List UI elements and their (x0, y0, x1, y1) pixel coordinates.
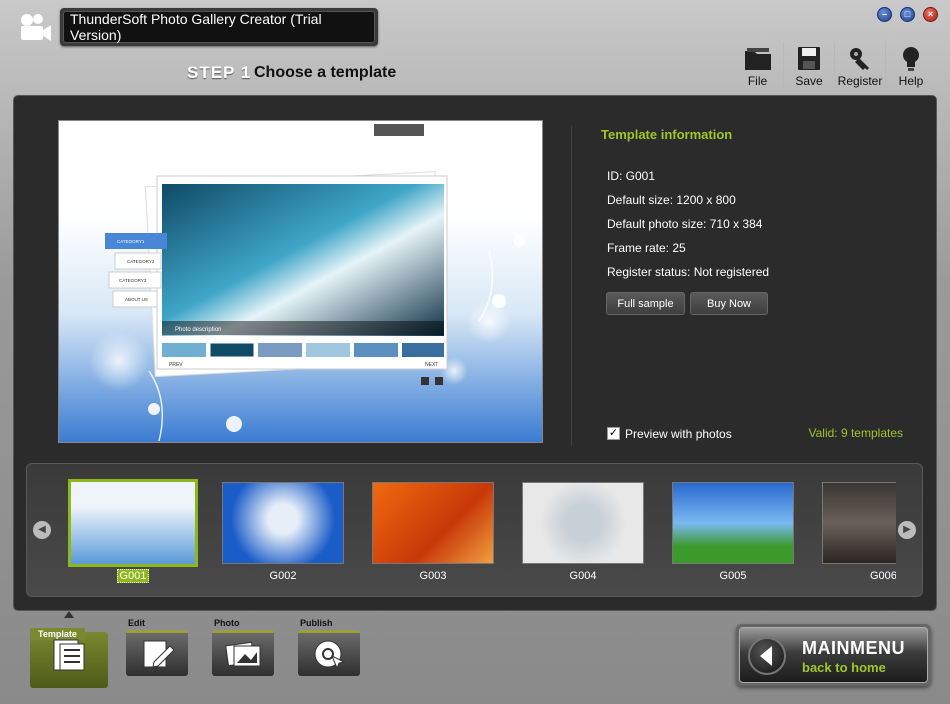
frame-rate: Frame rate: 25 (607, 241, 686, 255)
panel-divider (571, 126, 572, 446)
step-number: STEP 1 (187, 63, 252, 82)
window-controls: – □ × (877, 7, 938, 22)
floppy-disk-icon (798, 47, 820, 70)
document-icon (53, 639, 85, 671)
register-status: Register status: Not registered (607, 265, 770, 279)
default-photo-size: Default photo size: 710 x 384 (607, 217, 763, 231)
main-menu-title: MAINMENU (802, 638, 905, 658)
full-sample-button[interactable]: Full sample (606, 292, 685, 315)
template-thumb-label: G003 (419, 570, 447, 582)
main-panel: Photo description PREV NEXT CATEGORY1 CA… (13, 95, 937, 611)
template-thumb-label: G004 (569, 570, 597, 582)
tab-template[interactable]: Template (30, 620, 108, 688)
preview-menu-4: ABOUT US (125, 297, 148, 302)
preview-menu-1: CATEGORY1 (117, 239, 145, 244)
template-thumb-image (68, 479, 198, 567)
buy-now-button[interactable]: Buy Now (690, 292, 768, 315)
folder-icon (744, 48, 771, 70)
template-thumb-label: G005 (719, 570, 747, 582)
template-thumb-image (672, 482, 794, 564)
preview-caption: Photo description (175, 327, 221, 333)
tab-publish[interactable]: Publish (298, 618, 362, 678)
photo-icon (225, 641, 261, 667)
template-thumb-image (222, 482, 344, 564)
main-menu-button[interactable]: MAINMENU back to home (736, 624, 931, 686)
file-label: File (747, 74, 768, 88)
camera-icon (21, 14, 51, 41)
template-thumb-image (372, 482, 494, 564)
close-button[interactable]: × (923, 7, 938, 22)
scroll-left-button[interactable]: ◀ (33, 521, 51, 539)
scroll-right-button[interactable]: ▶ (898, 521, 916, 539)
help-button[interactable]: Help (885, 42, 936, 88)
template-thumb-g006[interactable]: G006 (822, 482, 896, 582)
edit-notebook-icon (143, 640, 175, 668)
title-bar: ThunderSoft Photo Gallery Creator (Trial… (60, 8, 378, 46)
minimize-button[interactable]: – (877, 7, 892, 22)
template-info-title: Template information (601, 127, 733, 142)
back-arrow-icon (748, 637, 786, 675)
template-thumb-label: G002 (269, 570, 297, 582)
window-title: ThunderSoft Photo Gallery Creator (Trial… (63, 11, 375, 43)
preview-with-photos-checkbox[interactable]: ✓ (607, 427, 620, 440)
publish-disc-icon (314, 640, 346, 670)
tab-publish-label: Publish (300, 618, 333, 628)
tab-edit[interactable]: Edit (126, 618, 190, 678)
active-tab-indicator (64, 611, 74, 618)
template-thumb-label: G001 (72, 569, 194, 583)
template-thumb-label: G006 (870, 570, 896, 582)
template-id: ID: G001 (607, 169, 656, 183)
tab-photo[interactable]: Photo (212, 618, 276, 678)
template-preview[interactable]: Photo description PREV NEXT CATEGORY1 CA… (58, 120, 543, 443)
preview-menu-3: CATEGORY3 (119, 278, 147, 283)
tab-edit-label: Edit (128, 618, 145, 628)
preview-graphic: Photo description PREV NEXT CATEGORY1 CA… (89, 124, 525, 442)
template-strip: ◀ ▶ G001 G002 G003 G004 G005 G006 (26, 463, 923, 597)
toolbar: File Save Register Help (732, 42, 936, 88)
preview-with-photos-label: Preview with photos (625, 427, 732, 441)
key-icon (850, 48, 869, 70)
register-label: Register (837, 74, 883, 88)
step-title: Choose a template (254, 64, 397, 81)
preview-next: NEXT (425, 362, 438, 368)
main-menu-inner: MAINMENU back to home (739, 627, 928, 683)
save-button[interactable]: Save (783, 42, 834, 88)
tab-photo-label: Photo (214, 618, 240, 628)
help-label: Help (898, 74, 924, 88)
preview-prev: PREV (169, 362, 183, 368)
maximize-button[interactable]: □ (900, 7, 915, 22)
template-thumb-image (822, 482, 896, 564)
valid-templates-count: Valid: 9 templates (808, 426, 904, 440)
save-label: Save (795, 74, 823, 88)
file-button[interactable]: File (732, 42, 783, 88)
lightbulb-icon (903, 47, 919, 71)
register-button[interactable]: Register (834, 42, 885, 88)
main-menu-subtitle: back to home (802, 660, 886, 675)
template-thumb-image (522, 482, 644, 564)
default-size: Default size: 1200 x 800 (607, 193, 736, 207)
preview-menu-2: CATEGORY2 (127, 259, 155, 264)
